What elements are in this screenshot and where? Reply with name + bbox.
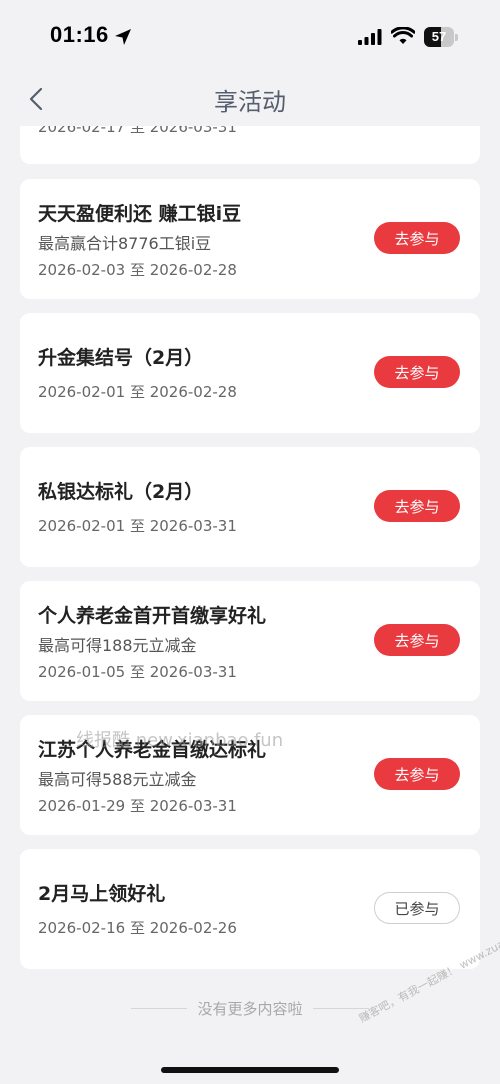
activity-card[interactable]: 个人养老金首开首缴享好礼 最高可得188元立减金 2026-01-05 至 20…: [20, 581, 480, 701]
status-bar: 01:16 57: [0, 0, 500, 70]
joined-button[interactable]: 已参与: [374, 892, 460, 924]
join-button[interactable]: 去参与: [374, 356, 460, 388]
wifi-icon: [391, 27, 415, 44]
activity-date: 2026-01-05 至 2026-03-31: [38, 663, 237, 681]
activity-title: 天天盈便利还 赚工银i豆: [38, 203, 242, 225]
nav-bar: 享活动: [0, 70, 500, 126]
divider: [131, 1007, 188, 1009]
activity-card[interactable]: 2月马上领好礼 2026-02-16 至 2026-02-26 已参与: [20, 849, 480, 969]
battery-icon: 57: [424, 27, 458, 47]
partial-activity-card[interactable]: 2026-02-17 至 2026-03-31: [20, 126, 480, 164]
chevron-left-icon: [29, 87, 43, 111]
status-time: 01:16: [50, 22, 109, 47]
activity-card[interactable]: 天天盈便利还 赚工银i豆 最高赢合计8776工银i豆 2026-02-03 至 …: [20, 179, 480, 299]
activity-title: 个人养老金首开首缴享好礼: [38, 605, 267, 627]
activity-list[interactable]: 2026-02-17 至 2026-03-31 天天盈便利还 赚工银i豆 最高赢…: [0, 126, 500, 1039]
activity-date: 2026-02-17 至 2026-03-31: [38, 126, 237, 136]
activity-subtitle: 最高可得188元立减金: [38, 636, 197, 655]
activity-date: 2026-02-03 至 2026-02-28: [38, 261, 237, 279]
activity-title: 2月马上领好礼: [38, 883, 166, 905]
end-of-list: 没有更多内容啦: [0, 996, 500, 1020]
end-of-list-text: 没有更多内容啦: [197, 999, 303, 1018]
activity-date: 2026-02-01 至 2026-02-28: [38, 383, 237, 401]
location-arrow-icon: [115, 29, 131, 45]
activity-title: 江苏个人养老金首缴达标礼: [38, 739, 267, 761]
activity-title: 私银达标礼（2月）: [38, 481, 204, 503]
page-title: 享活动: [214, 88, 286, 116]
join-button[interactable]: 去参与: [374, 490, 460, 522]
activity-date: 2026-02-16 至 2026-02-26: [38, 919, 237, 937]
join-button[interactable]: 去参与: [374, 222, 460, 254]
back-button[interactable]: [22, 84, 52, 114]
activity-date: 2026-02-01 至 2026-03-31: [38, 517, 237, 535]
activity-card[interactable]: 升金集结号（2月） 2026-02-01 至 2026-02-28 去参与: [20, 313, 480, 433]
cellular-signal-icon: [358, 29, 382, 45]
activity-title: 升金集结号（2月）: [38, 347, 204, 369]
activity-date: 2026-01-29 至 2026-03-31: [38, 797, 237, 815]
battery-level: 57: [431, 29, 447, 44]
activity-card[interactable]: 江苏个人养老金首缴达标礼 最高可得588元立减金 2026-01-29 至 20…: [20, 715, 480, 835]
divider: [312, 1007, 369, 1009]
activity-subtitle: 最高赢合计8776工银i豆: [38, 234, 212, 253]
activity-card[interactable]: 私银达标礼（2月） 2026-02-01 至 2026-03-31 去参与: [20, 447, 480, 567]
join-button[interactable]: 去参与: [374, 758, 460, 790]
home-indicator: [161, 1067, 339, 1073]
join-button[interactable]: 去参与: [374, 624, 460, 656]
activity-subtitle: 最高可得588元立减金: [38, 770, 197, 789]
